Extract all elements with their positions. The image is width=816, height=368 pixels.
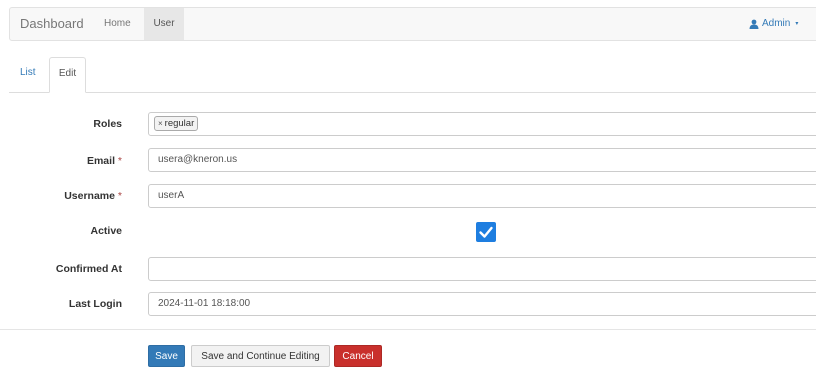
top-navbar: Dashboard Home User Admin ▾ (9, 7, 816, 41)
active-label: Active (90, 225, 122, 237)
admin-menu-label: Admin (762, 18, 791, 29)
admin-user-menu[interactable]: Admin ▾ (749, 18, 798, 29)
brand-link[interactable]: Dashboard (20, 16, 84, 31)
confirmed-at-field[interactable] (148, 257, 816, 281)
username-field[interactable]: userA (148, 184, 816, 208)
save-button[interactable]: Save (148, 345, 185, 367)
form-divider (0, 329, 816, 330)
required-marker: * (117, 155, 122, 167)
last-login-label: Last Login (68, 298, 122, 310)
last-login-field[interactable]: 2024-11-01 18:18:00 (148, 292, 816, 316)
save-and-continue-button[interactable]: Save and Continue Editing (191, 345, 330, 367)
email-field[interactable]: usera@kneron.us (148, 148, 816, 172)
roles-select[interactable]: × regular (148, 112, 816, 136)
username-label: Username * (64, 190, 122, 202)
chevron-down-icon: ▾ (795, 21, 799, 27)
email-label: Email * (86, 155, 122, 167)
nav-item-home[interactable]: Home (104, 8, 131, 40)
cancel-button[interactable]: Cancel (334, 345, 382, 367)
remove-tag-icon[interactable]: × (158, 119, 163, 128)
active-checkbox[interactable] (476, 222, 496, 242)
role-tag-label: regular (164, 118, 195, 129)
role-tag[interactable]: × regular (154, 116, 199, 131)
tab-edit[interactable]: Edit (49, 57, 86, 93)
nav-item-user[interactable]: User (144, 8, 184, 40)
required-marker: * (117, 190, 122, 202)
confirmed-at-label: Confirmed At (55, 263, 122, 275)
checkmark-icon (479, 226, 493, 238)
tab-bar: List Edit (9, 57, 816, 93)
user-icon (749, 19, 759, 29)
tab-list[interactable]: List (20, 57, 36, 92)
roles-label: Roles (93, 118, 122, 130)
